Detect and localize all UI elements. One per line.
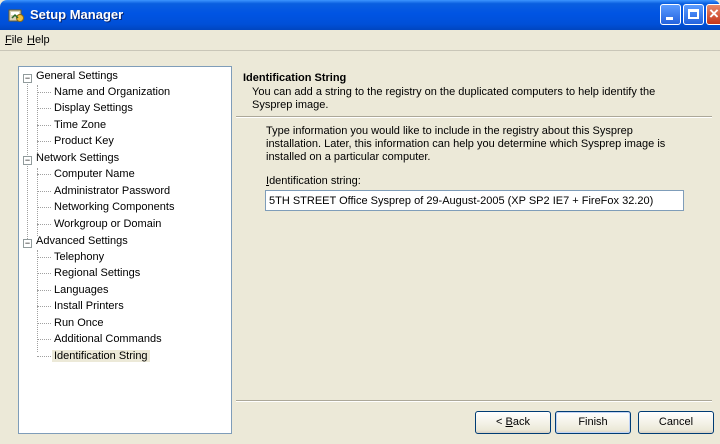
tree-item-display-settings[interactable]: Display Settings [52,102,135,114]
cancel-button[interactable]: Cancel [638,411,714,434]
identification-string-label: Identification string: [266,175,361,187]
menu-help[interactable]: Help [27,34,50,46]
tree-item-regional-settings[interactable]: Regional Settings [52,267,142,279]
maximize-icon [688,9,699,19]
tree-item-additional-commands[interactable]: Additional Commands [52,333,164,345]
minimize-icon [666,17,673,20]
collapse-advanced-icon[interactable]: − [23,239,32,248]
close-icon: × [709,4,719,23]
setup-manager-app-icon [8,9,24,22]
identification-string-input[interactable] [265,190,684,211]
page-description: You can add a string to the registry on … [252,86,656,111]
tree-item-name-and-organization[interactable]: Name and Organization [52,86,172,98]
instructions-text: Type information you would like to inclu… [266,125,666,163]
tree-item-product-key[interactable]: Product Key [52,135,116,147]
window-title: Setup Manager [30,7,124,22]
finish-button[interactable]: Finish [555,411,631,434]
collapse-network-icon[interactable]: − [23,156,32,165]
tree-item-computer-name[interactable]: Computer Name [52,168,137,180]
title-bar[interactable]: Setup Manager × [0,0,720,30]
header-divider [236,116,712,118]
settings-tree[interactable]: − General Settings Name and Organization… [18,66,232,434]
tree-item-workgroup-or-domain[interactable]: Workgroup or Domain [52,218,163,230]
maximize-button[interactable] [683,4,704,25]
tree-item-telephony[interactable]: Telephony [52,251,106,263]
tree-item-identification-string[interactable]: Identification String [52,350,150,362]
tree-item-install-printers[interactable]: Install Printers [52,300,126,312]
footer-divider [236,400,712,402]
tree-item-run-once[interactable]: Run Once [52,317,106,329]
tree-item-networking-components[interactable]: Networking Components [52,201,176,213]
menu-file[interactable]: File [5,34,23,46]
minimize-button[interactable] [660,4,681,25]
tree-group-general-settings[interactable]: General Settings [34,70,120,82]
tree-item-administrator-password[interactable]: Administrator Password [52,185,172,197]
tree-item-languages[interactable]: Languages [52,284,110,296]
tree-group-advanced-settings[interactable]: Advanced Settings [34,235,130,247]
back-button[interactable]: < Back [475,411,551,434]
tree-group-network-settings[interactable]: Network Settings [34,152,121,164]
tree-item-time-zone[interactable]: Time Zone [52,119,108,131]
collapse-general-icon[interactable]: − [23,74,32,83]
close-button[interactable]: × [706,4,720,25]
menu-bar: File Help [0,30,720,51]
page-title: Identification String [243,72,347,84]
